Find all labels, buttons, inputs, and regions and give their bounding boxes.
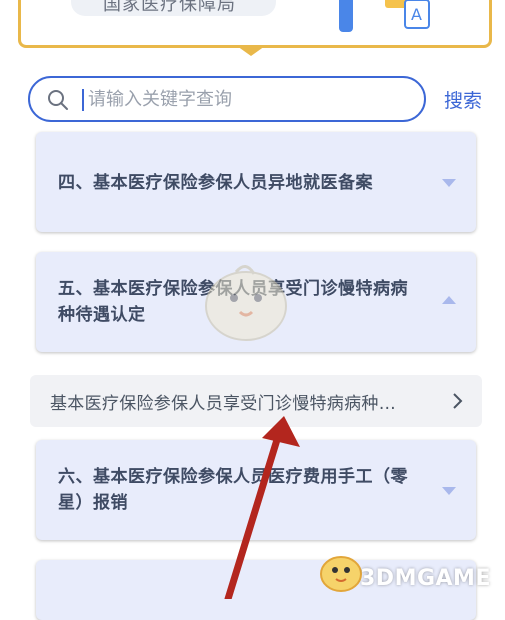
watermark-text: 3DMGAME — [360, 566, 491, 591]
red-arrow-annotation — [224, 416, 300, 599]
watermark-logo-icon — [320, 556, 362, 592]
